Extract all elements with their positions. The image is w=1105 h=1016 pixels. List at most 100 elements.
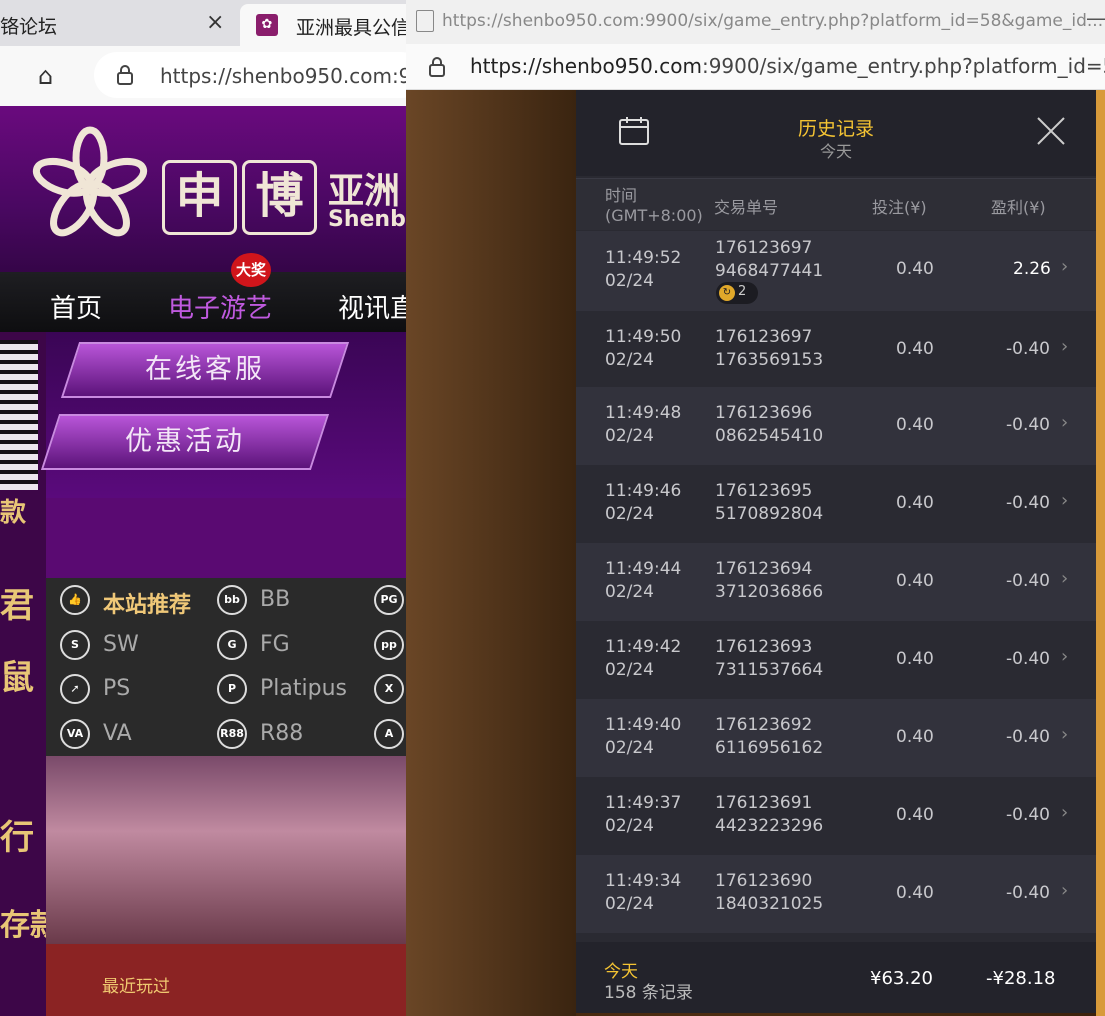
game-provider-label[interactable]: BB xyxy=(260,587,290,612)
close-tab-icon[interactable]: × xyxy=(206,10,224,35)
sw-icon[interactable]: S xyxy=(60,630,90,660)
chevron-right-icon[interactable]: › xyxy=(1061,568,1068,589)
row-bet: 0.40 xyxy=(896,415,934,435)
col-time: 时间 xyxy=(605,186,638,205)
nav-slots[interactable]: 电子游艺 xyxy=(168,288,272,325)
row-bet: 0.40 xyxy=(896,883,934,903)
row-time: 11:49:48 xyxy=(605,403,682,423)
row-profit: -0.40 xyxy=(1006,571,1050,591)
online-service-button[interactable]: 在线客服 xyxy=(60,342,350,398)
row-profit: -0.40 xyxy=(1006,339,1050,359)
row-time: 11:49:34 xyxy=(605,871,682,891)
row-date: 02/24 xyxy=(605,504,654,524)
footer-total-bet: ¥63.20 xyxy=(870,968,933,989)
a-icon[interactable]: A xyxy=(374,719,404,749)
game-provider-label[interactable]: SW xyxy=(103,632,139,657)
popup-title-bar: https://shenbo950.com:9900/six/game_entr… xyxy=(406,0,1105,44)
row-order-id-part1: 176123692 xyxy=(715,715,813,735)
chevron-right-icon[interactable]: › xyxy=(1061,412,1068,433)
back-address-bar: ⌂ https://shenbo950.com:9900 xyxy=(0,46,450,106)
row-time: 11:49:52 xyxy=(605,248,682,268)
chevron-right-icon[interactable]: › xyxy=(1061,646,1068,667)
row-time: 11:49:44 xyxy=(605,559,682,579)
va-icon[interactable]: VA xyxy=(60,719,90,749)
chevron-right-icon[interactable]: › xyxy=(1061,490,1068,511)
close-icon[interactable] xyxy=(1036,116,1066,146)
footer-total-profit: -¥28.18 xyxy=(986,968,1056,989)
x-icon[interactable]: X xyxy=(374,674,404,704)
game-provider-label[interactable]: VA xyxy=(103,721,132,746)
page-icon xyxy=(416,10,434,32)
sidebar-label[interactable]: 款 xyxy=(0,492,26,529)
game-provider-label[interactable]: PS xyxy=(103,676,130,701)
promotions-button[interactable]: 优惠活动 xyxy=(40,414,330,470)
row-bet: 0.40 xyxy=(896,649,934,669)
nav-home[interactable]: 首页 xyxy=(50,288,102,325)
row-order-id-part2: 3712036866 xyxy=(715,582,824,602)
chevron-right-icon[interactable]: › xyxy=(1061,256,1068,277)
sidebar-label[interactable]: 鼠 xyxy=(0,650,34,699)
row-profit: -0.40 xyxy=(1006,727,1050,747)
row-order-id-part1: 176123697 xyxy=(715,238,813,258)
game-provider-label[interactable]: Platipus xyxy=(260,676,347,701)
ps-icon[interactable]: ➚ xyxy=(60,674,90,704)
tab-title: 铬论坛 xyxy=(0,16,58,38)
recent-played-bar: 最近玩过 xyxy=(46,944,420,1016)
game-provider-label[interactable]: FG xyxy=(260,632,290,657)
r88-icon[interactable]: R88 xyxy=(217,719,247,749)
calendar-icon[interactable] xyxy=(618,116,650,146)
shenbo-flower-logo-icon xyxy=(32,126,148,237)
history-subtitle: 今天 xyxy=(819,142,852,161)
row-order-id-part1: 176123697 xyxy=(715,327,813,347)
row-time: 11:49:46 xyxy=(605,481,682,501)
popup-url-text[interactable]: https://shenbo950.com:9900/six/game_entr… xyxy=(470,54,1105,78)
col-order-id: 交易单号 xyxy=(714,198,779,217)
row-profit: -0.40 xyxy=(1006,415,1050,435)
jackpot-badge: 大奖 xyxy=(231,253,271,287)
row-order-id-part2: 9468477441 xyxy=(715,261,824,281)
bb-icon[interactable]: bb xyxy=(217,585,247,615)
back-url-field[interactable]: https://shenbo950.com:9900 xyxy=(94,52,450,98)
url-host: https://shenbo950.com xyxy=(470,54,702,78)
game-provider-label[interactable]: R88 xyxy=(260,721,303,746)
lucky-cat-banner-image[interactable] xyxy=(46,756,420,944)
minimize-icon[interactable]: — xyxy=(1086,6,1105,30)
logo-char-2: 博 xyxy=(242,160,317,235)
fg-icon[interactable]: G xyxy=(217,630,247,660)
game-provider-label[interactable]: 本站推荐 xyxy=(103,587,191,619)
chevron-right-icon[interactable]: › xyxy=(1061,802,1068,823)
row-order-id-part1: 176123690 xyxy=(715,871,813,891)
row-order-id-part1: 176123693 xyxy=(715,637,813,657)
button-label: 优惠活动 xyxy=(125,426,245,457)
site-favicon-icon: ✿ xyxy=(256,14,278,36)
row-profit: -0.40 xyxy=(1006,883,1050,903)
popup-title-url: https://shenbo950.com:9900/six/game_entr… xyxy=(442,11,1104,31)
row-profit: -0.40 xyxy=(1006,649,1050,669)
row-profit: -0.40 xyxy=(1006,493,1050,513)
row-order-id-part2: 5170892804 xyxy=(715,504,824,524)
platipus-icon[interactable]: P xyxy=(217,674,247,704)
button-label: 在线客服 xyxy=(145,354,265,385)
nav-live[interactable]: 视讯直 xyxy=(338,288,416,325)
chevron-right-icon[interactable]: › xyxy=(1061,336,1068,357)
home-icon[interactable]: ⌂ xyxy=(38,62,53,90)
sidebar-label[interactable]: 行 xyxy=(0,810,34,859)
lock-icon xyxy=(117,65,133,85)
back-tab-1[interactable]: 铬论坛 × xyxy=(0,0,238,46)
row-order-id-part1: 176123695 xyxy=(715,481,813,501)
pp-icon[interactable]: pp xyxy=(374,630,404,660)
row-order-id-part2: 6116956162 xyxy=(715,738,824,758)
col-bet: 投注(¥) xyxy=(872,198,927,217)
url-rest: :9900/six/game_entry.php?platform_id=58&… xyxy=(701,54,1105,78)
chevron-right-icon[interactable]: › xyxy=(1061,880,1068,901)
row-date: 02/24 xyxy=(605,271,654,291)
thumbs-up-icon[interactable]: 👍 xyxy=(60,585,90,615)
sidebar-label[interactable]: 君 xyxy=(0,578,34,627)
recent-played-label[interactable]: 最近玩过 xyxy=(102,972,170,997)
history-title: 历史记录 xyxy=(797,118,874,140)
row-date: 02/24 xyxy=(605,660,654,680)
spin-icon: ↻ xyxy=(719,285,735,301)
pg-icon[interactable]: PG xyxy=(374,585,404,615)
row-date: 02/24 xyxy=(605,738,654,758)
chevron-right-icon[interactable]: › xyxy=(1061,724,1068,745)
